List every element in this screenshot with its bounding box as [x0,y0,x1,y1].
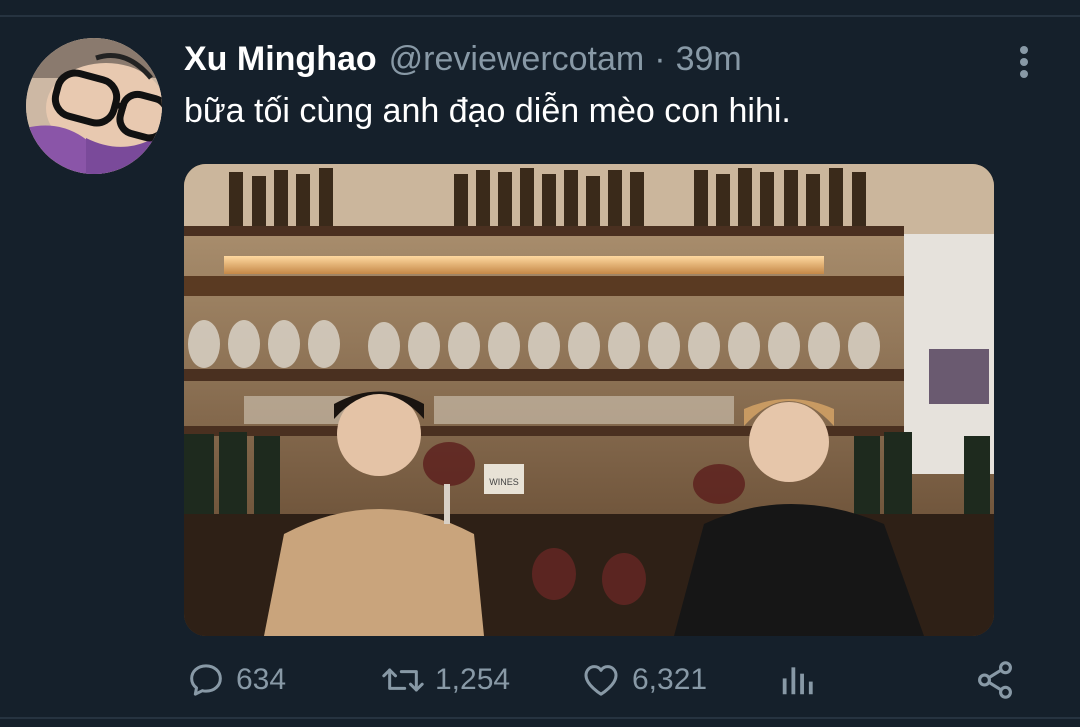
like-count: 6,321 [632,663,708,696]
analytics-icon [782,667,813,695]
tweet-time[interactable]: 39m [676,40,742,79]
more-vertical-icon [1020,46,1028,54]
reply-button[interactable]: 634 [186,654,286,706]
tweet-actions: 634 1,254 6,321 [0,654,1080,706]
more-dot [1020,58,1028,66]
reply-icon [190,664,222,696]
top-divider [0,15,1080,17]
separator-dot: · [654,40,666,78]
avatar[interactable] [26,38,162,174]
retweet-count: 1,254 [435,663,511,696]
wines-sign: WINES [489,477,519,487]
tweet-text: bữa tối cùng anh đạo diễn mèo con hihi. [184,92,791,130]
analytics-button[interactable] [778,654,816,706]
heart-icon [584,665,618,696]
more-dot [1020,70,1028,78]
author-name[interactable]: Xu Minghao [184,40,377,79]
bottom-divider [0,717,1080,719]
retweet-icon [382,668,424,692]
like-button[interactable]: 6,321 [580,654,707,706]
tweet-photo[interactable]: WINES [184,164,994,636]
reply-count: 634 [236,663,287,696]
author-handle[interactable]: @reviewercotam [389,40,645,79]
more-options-button[interactable] [1008,42,1040,82]
tweet-header: Xu Minghao @reviewercotam · 39m [184,40,742,84]
share-button[interactable] [974,654,1016,706]
share-icon [978,661,1012,699]
retweet-button[interactable]: 1,254 [381,654,510,706]
